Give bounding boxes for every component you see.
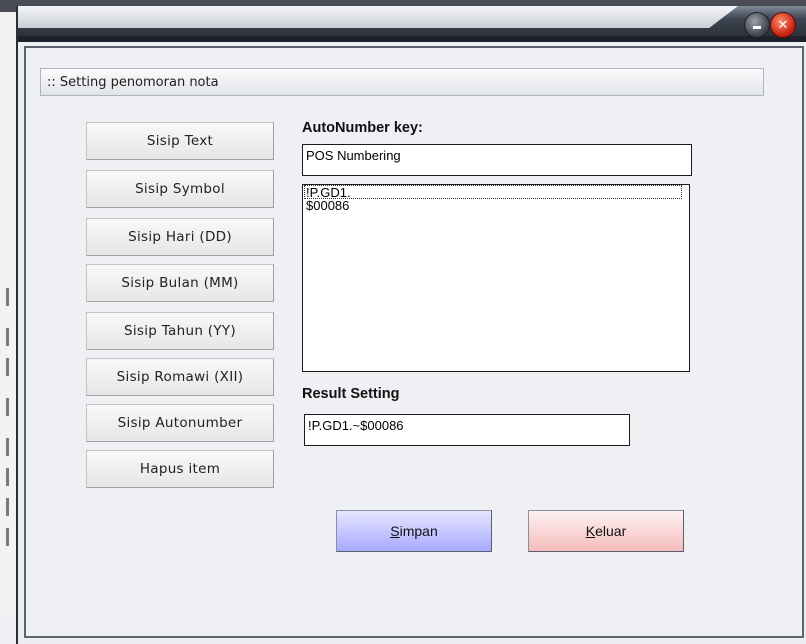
exit-button[interactable]: Keluar	[528, 510, 684, 552]
insert-month-button[interactable]: Sisip Bulan (MM)	[86, 264, 274, 302]
dialog-header: :: Setting penomoran nota	[40, 68, 764, 96]
save-label-rest: impan	[399, 523, 438, 539]
save-button[interactable]: Simpan	[336, 510, 492, 552]
insert-text-button[interactable]: Sisip Text	[86, 122, 274, 160]
list-item[interactable]: !P.GD1.	[304, 185, 682, 200]
insert-day-button[interactable]: Sisip Hari (DD)	[86, 218, 274, 256]
dialog-panel: :: Setting penomoran nota Sisip Text Sis…	[24, 46, 804, 638]
autonumber-key-input[interactable]: POS Numbering	[302, 144, 692, 176]
insert-autonumber-button[interactable]: Sisip Autonumber	[86, 404, 274, 442]
background-mark	[6, 468, 9, 486]
exit-label-rest: eluar	[595, 523, 627, 539]
minimize-icon[interactable]	[744, 12, 770, 38]
background-mark	[6, 438, 9, 456]
background-mark	[6, 288, 9, 306]
title-bar-highlight	[18, 6, 738, 28]
insert-year-button[interactable]: Sisip Tahun (YY)	[86, 312, 274, 350]
background-mark	[6, 528, 9, 546]
result-setting-field[interactable]: !P.GD1.~$00086	[304, 414, 630, 446]
settings-window: ✕ :: Setting penomoran nota Sisip Text S…	[16, 6, 806, 644]
save-mnemonic: S	[390, 523, 400, 539]
insert-roman-button[interactable]: Sisip Romawi (XII)	[86, 358, 274, 396]
background-mark	[6, 498, 9, 516]
insert-symbol-button[interactable]: Sisip Symbol	[86, 170, 274, 208]
list-item[interactable]: $00086	[303, 199, 689, 213]
autonumber-item-list[interactable]: !P.GD1. $00086	[302, 184, 690, 372]
autonumber-key-label: AutoNumber key:	[302, 120, 423, 136]
close-icon[interactable]: ✕	[770, 12, 796, 38]
exit-mnemonic: K	[585, 523, 596, 539]
background-mark	[6, 358, 9, 376]
result-setting-label: Result Setting	[302, 386, 400, 402]
title-bar-edge	[18, 36, 806, 42]
title-bar[interactable]: ✕	[18, 6, 806, 42]
background-mark	[6, 398, 9, 416]
background-mark	[6, 328, 9, 346]
delete-item-button[interactable]: Hapus item	[86, 450, 274, 488]
